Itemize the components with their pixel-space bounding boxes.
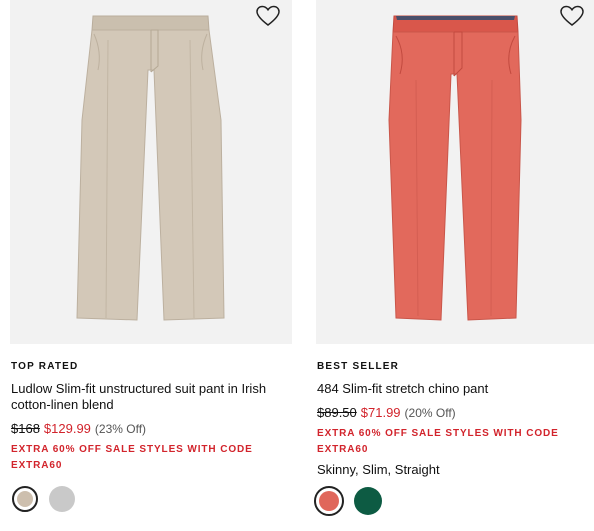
heart-icon[interactable] xyxy=(560,5,584,27)
product-badge: BEST SELLER xyxy=(317,361,400,372)
original-price: $89.50 xyxy=(317,405,357,420)
color-swatch[interactable] xyxy=(49,486,75,512)
sale-price: $71.99 xyxy=(360,405,401,420)
color-swatch[interactable] xyxy=(354,487,382,515)
heart-icon[interactable] xyxy=(256,5,280,27)
product-name[interactable]: 484 Slim-fit stretch chino pant xyxy=(317,381,589,397)
product-card[interactable]: BEST SELLER 484 Slim-fit stretch chino p… xyxy=(314,0,594,516)
promo-line: EXTRA 60% OFF SALE STYLES WITH CODE xyxy=(11,444,253,455)
discount-label: (23% Off) xyxy=(94,422,147,436)
promo-text: EXTRA 60% OFF SALE STYLES WITH CODE EXTR… xyxy=(317,426,577,458)
product-card[interactable]: TOP RATED Ludlow Slim-fit unstructured s… xyxy=(10,0,292,512)
original-price: $168 xyxy=(11,421,40,436)
swatch-fill xyxy=(319,491,339,511)
pant-image xyxy=(76,15,225,321)
product-image[interactable] xyxy=(316,0,594,344)
fit-options: Skinny, Slim, Straight xyxy=(317,462,440,477)
swatch-fill xyxy=(17,491,33,507)
pant-image xyxy=(388,15,522,321)
swatch-fill xyxy=(49,486,75,512)
color-swatch-selected[interactable] xyxy=(314,486,344,516)
product-image[interactable] xyxy=(10,0,292,344)
promo-line: EXTRA 60% OFF SALE STYLES WITH CODE xyxy=(317,428,559,439)
product-name[interactable]: Ludlow Slim-fit unstructured suit pant i… xyxy=(11,381,283,413)
color-swatch-selected[interactable] xyxy=(12,486,38,512)
promo-text: EXTRA 60% OFF SALE STYLES WITH CODE EXTR… xyxy=(11,442,271,474)
promo-code: EXTRA60 xyxy=(317,444,369,455)
price-row: $89.50 $71.99 (20% Off) xyxy=(317,405,456,420)
product-badge: TOP RATED xyxy=(11,361,79,372)
price-row: $168 $129.99 (23% Off) xyxy=(11,421,146,436)
discount-label: (20% Off) xyxy=(404,406,456,420)
swatch-fill xyxy=(354,487,382,515)
sale-price: $129.99 xyxy=(43,421,91,436)
promo-code: EXTRA60 xyxy=(11,460,63,471)
